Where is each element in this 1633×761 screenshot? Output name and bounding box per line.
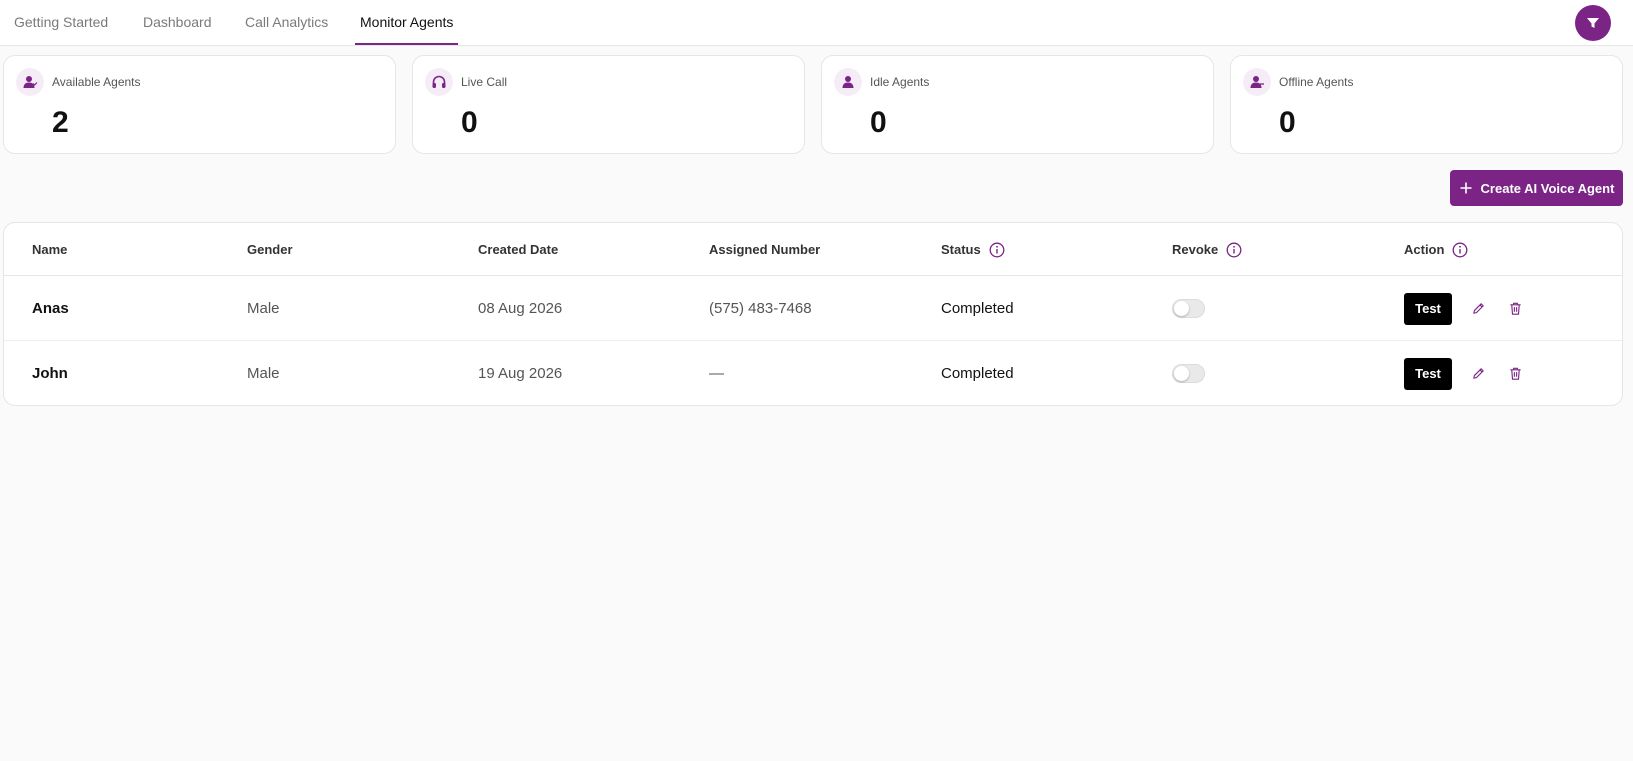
agent-assigned-number: (575) 483-7468 bbox=[709, 300, 812, 317]
agent-name: John bbox=[32, 365, 68, 382]
revoke-toggle[interactable] bbox=[1172, 299, 1205, 318]
column-header-status: Status bbox=[941, 223, 1005, 276]
agents-table: Name Gender Created Date Assigned Number… bbox=[3, 222, 1623, 406]
action-cell: Test bbox=[1404, 341, 1526, 405]
toggle-knob bbox=[1174, 301, 1189, 316]
filter-icon bbox=[1587, 18, 1599, 28]
column-header-label: Created Date bbox=[478, 242, 559, 257]
stat-card-idle-agents: Idle Agents 0 bbox=[821, 55, 1214, 154]
column-header-name: Name bbox=[32, 223, 67, 276]
column-header-gender: Gender bbox=[247, 223, 293, 276]
column-header-revoke: Revoke bbox=[1172, 223, 1242, 276]
agent-name: Anas bbox=[32, 300, 69, 317]
agent-assigned-number: — bbox=[709, 365, 724, 382]
info-icon[interactable] bbox=[1226, 242, 1242, 258]
stat-card-live-call: Live Call 0 bbox=[412, 55, 805, 154]
revoke-cell bbox=[1172, 276, 1205, 341]
action-cell: Test bbox=[1404, 276, 1526, 341]
stat-label: Idle Agents bbox=[870, 75, 930, 89]
edit-button[interactable] bbox=[1467, 363, 1489, 385]
stat-value: 2 bbox=[52, 106, 69, 139]
plus-icon bbox=[1460, 182, 1472, 194]
agent-created-date: 19 Aug 2026 bbox=[478, 365, 563, 382]
stat-value: 0 bbox=[461, 106, 478, 139]
tab-monitor-agents[interactable]: Monitor Agents bbox=[355, 0, 459, 46]
agent-status: Completed bbox=[941, 300, 1014, 317]
stat-label: Live Call bbox=[461, 75, 508, 89]
tab-call-analytics[interactable]: Call Analytics bbox=[241, 0, 332, 46]
create-ai-voice-agent-button[interactable]: Create AI Voice Agent bbox=[1450, 170, 1623, 206]
column-header-created-date: Created Date bbox=[478, 223, 558, 276]
test-button[interactable]: Test bbox=[1404, 292, 1452, 325]
agent-gender: Male bbox=[247, 365, 280, 382]
create-button-label: Create AI Voice Agent bbox=[1480, 180, 1615, 196]
tab-dashboard[interactable]: Dashboard bbox=[139, 0, 216, 46]
table-row: Anas Male 08 Aug 2026 (575) 483-7468 Com… bbox=[4, 276, 1622, 341]
pencil-icon bbox=[1472, 303, 1484, 314]
stat-value: 0 bbox=[1279, 106, 1296, 139]
stat-label: Available Agents bbox=[52, 75, 141, 89]
column-header-action: Action bbox=[1404, 223, 1468, 276]
column-header-label: Revoke bbox=[1172, 242, 1219, 257]
column-header-label: Gender bbox=[247, 242, 293, 257]
trash-icon bbox=[1509, 302, 1521, 315]
delete-button[interactable] bbox=[1504, 298, 1526, 320]
tab-getting-started[interactable]: Getting Started bbox=[10, 0, 112, 46]
idle-agent-icon bbox=[834, 68, 862, 96]
edit-button[interactable] bbox=[1467, 298, 1489, 320]
headphones-icon bbox=[425, 68, 453, 96]
table-row: John Male 19 Aug 2026 — Completed Test bbox=[4, 341, 1622, 405]
column-header-label: Status bbox=[941, 242, 981, 257]
column-header-assigned-number: Assigned Number bbox=[709, 223, 820, 276]
stat-card-offline-agents: Offline Agents 0 bbox=[1230, 55, 1623, 154]
info-icon[interactable] bbox=[989, 242, 1005, 258]
test-button[interactable]: Test bbox=[1404, 357, 1452, 390]
delete-button[interactable] bbox=[1504, 363, 1526, 385]
pencil-icon bbox=[1472, 368, 1484, 379]
toggle-knob bbox=[1174, 366, 1189, 381]
revoke-toggle[interactable] bbox=[1172, 364, 1205, 383]
trash-icon bbox=[1509, 367, 1521, 380]
stat-value: 0 bbox=[870, 106, 887, 139]
available-agent-icon bbox=[16, 68, 44, 96]
top-nav: Getting Started Dashboard Call Analytics… bbox=[0, 0, 1633, 46]
filter-button[interactable] bbox=[1575, 5, 1611, 41]
revoke-cell bbox=[1172, 341, 1205, 405]
agent-created-date: 08 Aug 2026 bbox=[478, 300, 563, 317]
column-header-label: Name bbox=[32, 242, 68, 257]
table-header: Name Gender Created Date Assigned Number… bbox=[4, 223, 1622, 276]
column-header-label: Action bbox=[1404, 242, 1445, 257]
stat-card-available-agents: Available Agents 2 bbox=[3, 55, 396, 154]
agent-gender: Male bbox=[247, 300, 280, 317]
agent-status: Completed bbox=[941, 365, 1014, 382]
offline-agent-icon bbox=[1243, 68, 1271, 96]
column-header-label: Assigned Number bbox=[709, 242, 821, 257]
stat-label: Offline Agents bbox=[1279, 75, 1354, 89]
info-icon[interactable] bbox=[1452, 242, 1468, 258]
